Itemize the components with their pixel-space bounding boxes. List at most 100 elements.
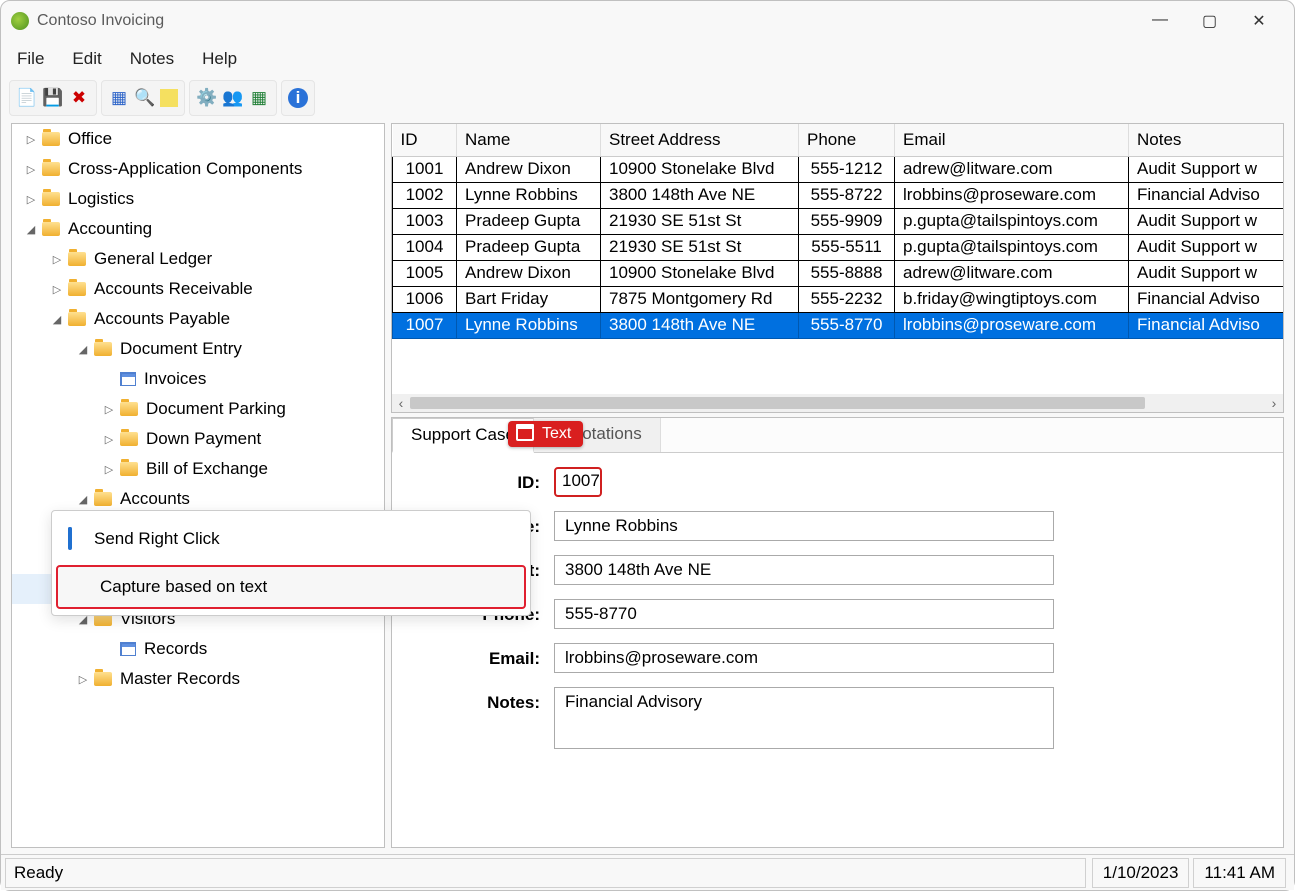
tree-item[interactable]: ▷General Ledger [12, 244, 384, 274]
gear-icon[interactable]: ⚙️ [196, 87, 218, 109]
table-row[interactable]: 1006Bart Friday7875 Montgomery Rd555-223… [393, 286, 1284, 312]
table-row[interactable]: 1001Andrew Dixon10900 Stonelake Blvd555-… [393, 156, 1284, 182]
table-row[interactable]: 1002Lynne Robbins3800 148th Ave NE555-87… [393, 182, 1284, 208]
menu-edit[interactable]: Edit [72, 49, 101, 69]
tree-item[interactable]: Invoices [12, 364, 384, 394]
tree-item[interactable]: Records [12, 634, 384, 664]
cell-notes[interactable]: Financial Adviso [1129, 312, 1284, 338]
export-excel-icon[interactable]: ▦ [248, 87, 270, 109]
cell-email[interactable]: lrobbins@proseware.com [895, 312, 1129, 338]
cell-notes[interactable]: Audit Support w [1129, 208, 1284, 234]
tree-item[interactable]: ◢Accounting [12, 214, 384, 244]
tree-item[interactable]: ▷Cross-Application Components [12, 154, 384, 184]
expander-icon[interactable]: ◢ [50, 313, 64, 326]
cell-email[interactable]: p.gupta@tailspintoys.com [895, 208, 1129, 234]
expander-icon[interactable]: ▷ [102, 403, 116, 416]
cell-name[interactable]: Pradeep Gupta [457, 234, 601, 260]
cell-id[interactable]: 1003 [393, 208, 457, 234]
tree-item[interactable]: ▷Office [12, 124, 384, 154]
cell-email[interactable]: lrobbins@proseware.com [895, 182, 1129, 208]
users-icon[interactable]: 👥 [222, 87, 244, 109]
context-capture-text[interactable]: Capture based on text [56, 565, 526, 609]
field-notes[interactable]: Financial Advisory [554, 687, 1054, 749]
cell-name[interactable]: Pradeep Gupta [457, 208, 601, 234]
expander-icon[interactable]: ◢ [76, 493, 90, 506]
cell-email[interactable]: adrew@litware.com [895, 260, 1129, 286]
note-icon[interactable] [160, 89, 178, 107]
cell-notes[interactable]: Financial Adviso [1129, 286, 1284, 312]
field-name[interactable]: Lynne Robbins [554, 511, 1054, 541]
menu-help[interactable]: Help [202, 49, 237, 69]
col-name[interactable]: Name [457, 124, 601, 156]
new-icon[interactable]: 📄 [16, 87, 38, 109]
cell-street[interactable]: 10900 Stonelake Blvd [601, 156, 799, 182]
tree-item[interactable]: ▷Bill of Exchange [12, 454, 384, 484]
cell-id[interactable]: 1004 [393, 234, 457, 260]
cell-name[interactable]: Andrew Dixon [457, 156, 601, 182]
cell-phone[interactable]: 555-8770 [799, 312, 895, 338]
context-send-right-click[interactable]: Send Right Click [52, 517, 530, 561]
expander-icon[interactable]: ▷ [76, 673, 90, 686]
capture-badge[interactable]: Text [508, 421, 583, 447]
menu-notes[interactable]: Notes [130, 49, 174, 69]
tree-item[interactable]: ▷Master Records [12, 664, 384, 694]
cell-phone[interactable]: 555-5511 [799, 234, 895, 260]
menu-file[interactable]: File [17, 49, 44, 69]
table-row[interactable]: 1007Lynne Robbins3800 148th Ave NE555-87… [393, 312, 1284, 338]
cell-phone[interactable]: 555-9909 [799, 208, 895, 234]
col-id[interactable]: ID [393, 124, 457, 156]
cell-name[interactable]: Bart Friday [457, 286, 601, 312]
tree-item[interactable]: ◢Accounts Payable [12, 304, 384, 334]
cell-street[interactable]: 3800 148th Ave NE [601, 312, 799, 338]
tree-item[interactable]: ▷Document Parking [12, 394, 384, 424]
cell-id[interactable]: 1007 [393, 312, 457, 338]
field-phone[interactable]: 555-8770 [554, 599, 1054, 629]
grid-icon[interactable]: ▦ [108, 87, 130, 109]
cell-phone[interactable]: 555-2232 [799, 286, 895, 312]
table-row[interactable]: 1005Andrew Dixon10900 Stonelake Blvd555-… [393, 260, 1284, 286]
expander-icon[interactable]: ▷ [24, 193, 38, 206]
tree-item[interactable]: ▷Logistics [12, 184, 384, 214]
cell-id[interactable]: 1001 [393, 156, 457, 182]
cell-id[interactable]: 1002 [393, 182, 457, 208]
table-row[interactable]: 1003Pradeep Gupta21930 SE 51st St555-990… [393, 208, 1284, 234]
minimize-button[interactable]: — [1152, 11, 1166, 31]
tree-item[interactable]: ▷Accounts Receivable [12, 274, 384, 304]
expander-icon[interactable]: ◢ [24, 223, 38, 236]
col-notes[interactable]: Notes [1129, 124, 1284, 156]
expander-icon[interactable]: ◢ [76, 343, 90, 356]
cell-phone[interactable]: 555-8888 [799, 260, 895, 286]
table-row[interactable]: 1004Pradeep Gupta21930 SE 51st St555-551… [393, 234, 1284, 260]
col-email[interactable]: Email [895, 124, 1129, 156]
close-button[interactable]: ✕ [1252, 11, 1266, 31]
cell-email[interactable]: b.friday@wingtiptoys.com [895, 286, 1129, 312]
info-icon[interactable]: i [288, 88, 308, 108]
cell-email[interactable]: p.gupta@tailspintoys.com [895, 234, 1129, 260]
delete-icon[interactable]: ✖ [68, 87, 90, 109]
expander-icon[interactable]: ▷ [102, 433, 116, 446]
expander-icon[interactable]: ▷ [24, 133, 38, 146]
expander-icon[interactable]: ▷ [102, 463, 116, 476]
cell-notes[interactable]: Audit Support w [1129, 156, 1284, 182]
expander-icon[interactable]: ▷ [50, 283, 64, 296]
field-street[interactable]: 3800 148th Ave NE [554, 555, 1054, 585]
tree-item[interactable]: ▷Down Payment [12, 424, 384, 454]
cell-id[interactable]: 1006 [393, 286, 457, 312]
cell-id[interactable]: 1005 [393, 260, 457, 286]
cell-notes[interactable]: Audit Support w [1129, 234, 1284, 260]
cell-street[interactable]: 21930 SE 51st St [601, 208, 799, 234]
cell-street[interactable]: 7875 Montgomery Rd [601, 286, 799, 312]
cell-email[interactable]: adrew@litware.com [895, 156, 1129, 182]
navigation-tree[interactable]: ▷Office▷Cross-Application Components▷Log… [11, 123, 385, 848]
cell-street[interactable]: 3800 148th Ave NE [601, 182, 799, 208]
expander-icon[interactable]: ▷ [50, 253, 64, 266]
cell-name[interactable]: Lynne Robbins [457, 312, 601, 338]
maximize-button[interactable]: ▢ [1202, 11, 1216, 31]
save-icon[interactable]: 💾 [42, 87, 64, 109]
tree-item[interactable]: ◢Document Entry [12, 334, 384, 364]
expander-icon[interactable]: ▷ [24, 163, 38, 176]
grid-horizontal-scrollbar[interactable]: ‹ › [392, 394, 1283, 412]
cell-phone[interactable]: 555-1212 [799, 156, 895, 182]
cell-street[interactable]: 21930 SE 51st St [601, 234, 799, 260]
cell-name[interactable]: Lynne Robbins [457, 182, 601, 208]
